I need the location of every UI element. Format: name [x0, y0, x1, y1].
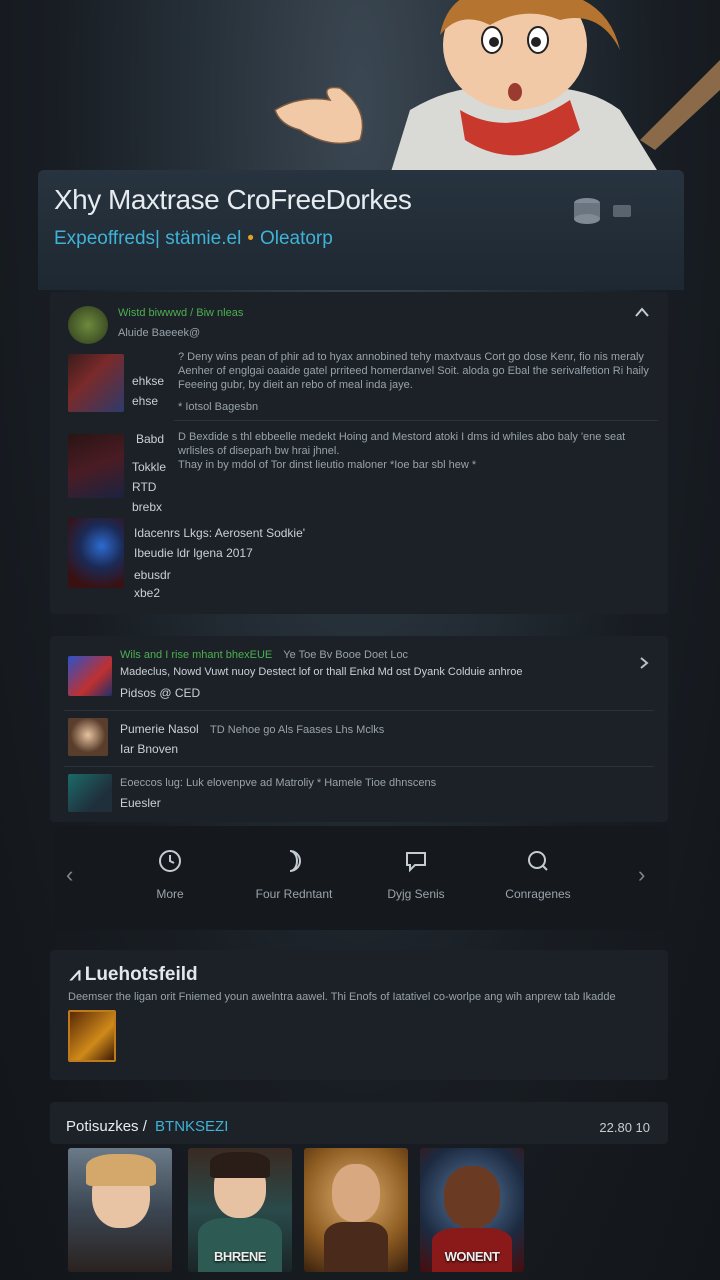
feed-item-label: Tokkle [132, 460, 167, 474]
section-tag[interactable]: BTNKSEZI [155, 1118, 228, 1135]
list-item-title-text: Pumerie Nasol [120, 722, 199, 736]
feed-item-thumbnail[interactable] [68, 434, 124, 498]
feed-item-text: D Bexdide s thl ebbeelle medekt Hoing an… [178, 431, 626, 457]
list-card: Wils and I rise mhant bhexEUE Ye Toe Bv … [50, 636, 668, 822]
section-title-text: Potisuzkes / [66, 1118, 147, 1135]
search-icon [528, 851, 548, 871]
nav-item-recent[interactable]: Four Redntant [244, 848, 344, 901]
chevron-left-icon[interactable]: ‹ [66, 862, 73, 888]
feed-item-thumbnail[interactable] [68, 518, 124, 588]
list-item-thumbnail[interactable] [68, 718, 108, 756]
poster-card[interactable] [304, 1148, 408, 1272]
list-item-title[interactable]: Wils and I rise mhant bhexEUE Ye Toe Bv … [120, 648, 408, 662]
page-subtitle: Expeoffreds| stämie.el • Oleatorp [54, 228, 333, 250]
list-item-description: Madeclus, Nowd Vuwt nuoy Destect lof or … [120, 666, 523, 678]
feed-item-note: * Iotsol Bagesbn [178, 401, 259, 413]
feed-item-label: ehse [132, 394, 159, 408]
header-card: Xhy Maxtrase CroFreeDorkes Expeoffreds| … [38, 170, 684, 290]
list-item-thumbnail[interactable] [68, 774, 112, 812]
list-item-title-text: Wils and I rise mhant bhexEUE [120, 649, 273, 661]
section-title: Potisuzkes / BTNKSEZI [66, 1118, 228, 1135]
poster-card[interactable] [68, 1148, 172, 1272]
clock-icon [159, 850, 181, 872]
nav-item-label: Dyjg Senis [387, 887, 445, 901]
subtitle-dot: • [247, 228, 254, 249]
info-card-title: ⩘ Luehotsfeild [70, 964, 198, 986]
chat-icon [406, 852, 426, 873]
feed-item-label: brebx [132, 500, 163, 514]
chevron-right-icon[interactable] [638, 656, 650, 670]
nav-item-label: Four Redntant [255, 887, 333, 901]
list-item-meta: Pidsos @ CED [120, 686, 201, 700]
feed-card: Wistd biwwwd / Biw nleas Aluide Baeeek@ … [50, 292, 668, 614]
feed-item-label: RTD [132, 480, 157, 494]
feed-item-label: xbe2 [134, 586, 161, 600]
list-item-title[interactable]: Eoeccos lug: Luk elovenpve ad Matroliy *… [120, 776, 436, 790]
list-item-title[interactable]: Pumerie Nasol TD Nehoe go Als Faases Lhs… [120, 722, 384, 737]
nav-item-label: Conragenes [505, 887, 571, 901]
list-item-meta: Euesler [120, 796, 161, 810]
feed-item-label: Babd [136, 432, 165, 446]
feed-subheading: Aluide Baeeek@ [118, 327, 201, 339]
page-title: Xhy Maxtrase CroFreeDorkes [54, 184, 412, 215]
section-meta: 22.80 10 [599, 1120, 650, 1135]
info-card-thumbnail[interactable] [68, 1010, 116, 1062]
hero-illustration [274, 0, 720, 175]
feed-item-label: ebusdr [134, 568, 171, 582]
subtitle-link-secondary[interactable]: Oleatorp [260, 228, 333, 249]
info-card-text: Deemser the ligan orit Fniemed youn awel… [68, 991, 616, 1003]
divider [64, 710, 654, 711]
list-item-title-suffix: TD Nehoe go Als Faases Lhs Mclks [210, 724, 385, 736]
poster-card[interactable]: WONENT [420, 1148, 524, 1272]
chevron-up-icon[interactable] [634, 306, 650, 318]
divider [174, 420, 658, 421]
bottom-nav: ‹ More Four Redntant Dyjg Senis Conragen… [54, 826, 668, 930]
poster-label: WONENT [444, 1249, 500, 1264]
feed-item-title[interactable]: Idacenrs Lkgs: Aerosent Sodkie' [134, 526, 305, 540]
subtitle-link[interactable]: Expeoffreds| stämie.el [54, 228, 241, 249]
nav-item-search[interactable]: Conragenes [488, 848, 588, 901]
poster-card[interactable]: BHRENE [188, 1148, 292, 1272]
feed-item-text: ? Deny wins pean of phir ad to hyax anno… [178, 351, 649, 391]
list-item-meta: Iar Bnoven [120, 742, 179, 756]
divider [64, 766, 654, 767]
info-card: ⩘ Luehotsfeild Deemser the ligan orit Fni… [50, 950, 668, 1080]
feed-item-label: ehkse [132, 374, 165, 388]
feed-item-note: Thay in by mdol of Tor dinst lieutio mal… [178, 459, 477, 471]
chevron-right-icon[interactable]: › [638, 862, 645, 888]
message-icon[interactable] [612, 204, 632, 218]
section-bar: Potisuzkes / BTNKSEZI 22.80 10 [50, 1102, 668, 1144]
list-item-title-suffix: Ye Toe Bv Booe Doet Loc [283, 649, 409, 661]
logo-icon: ⩘ [70, 964, 81, 985]
poster-label: BHRENE [214, 1249, 266, 1264]
list-item-thumbnail[interactable] [68, 656, 112, 696]
nav-item-more[interactable]: More [120, 848, 220, 901]
feed-heading[interactable]: Wistd biwwwd / Biw nleas [118, 306, 243, 320]
database-icon[interactable] [570, 196, 604, 226]
feed-item-date: Ibeudie ldr lgena 2017 [134, 546, 253, 560]
nav-item-label: More [156, 887, 184, 901]
info-card-title-text: Luehotsfeild [84, 964, 198, 985]
avatar[interactable] [68, 306, 108, 344]
moon-icon [289, 850, 301, 872]
nav-item-chat[interactable]: Dyjg Senis [366, 848, 466, 901]
feed-item-thumbnail[interactable] [68, 354, 124, 412]
